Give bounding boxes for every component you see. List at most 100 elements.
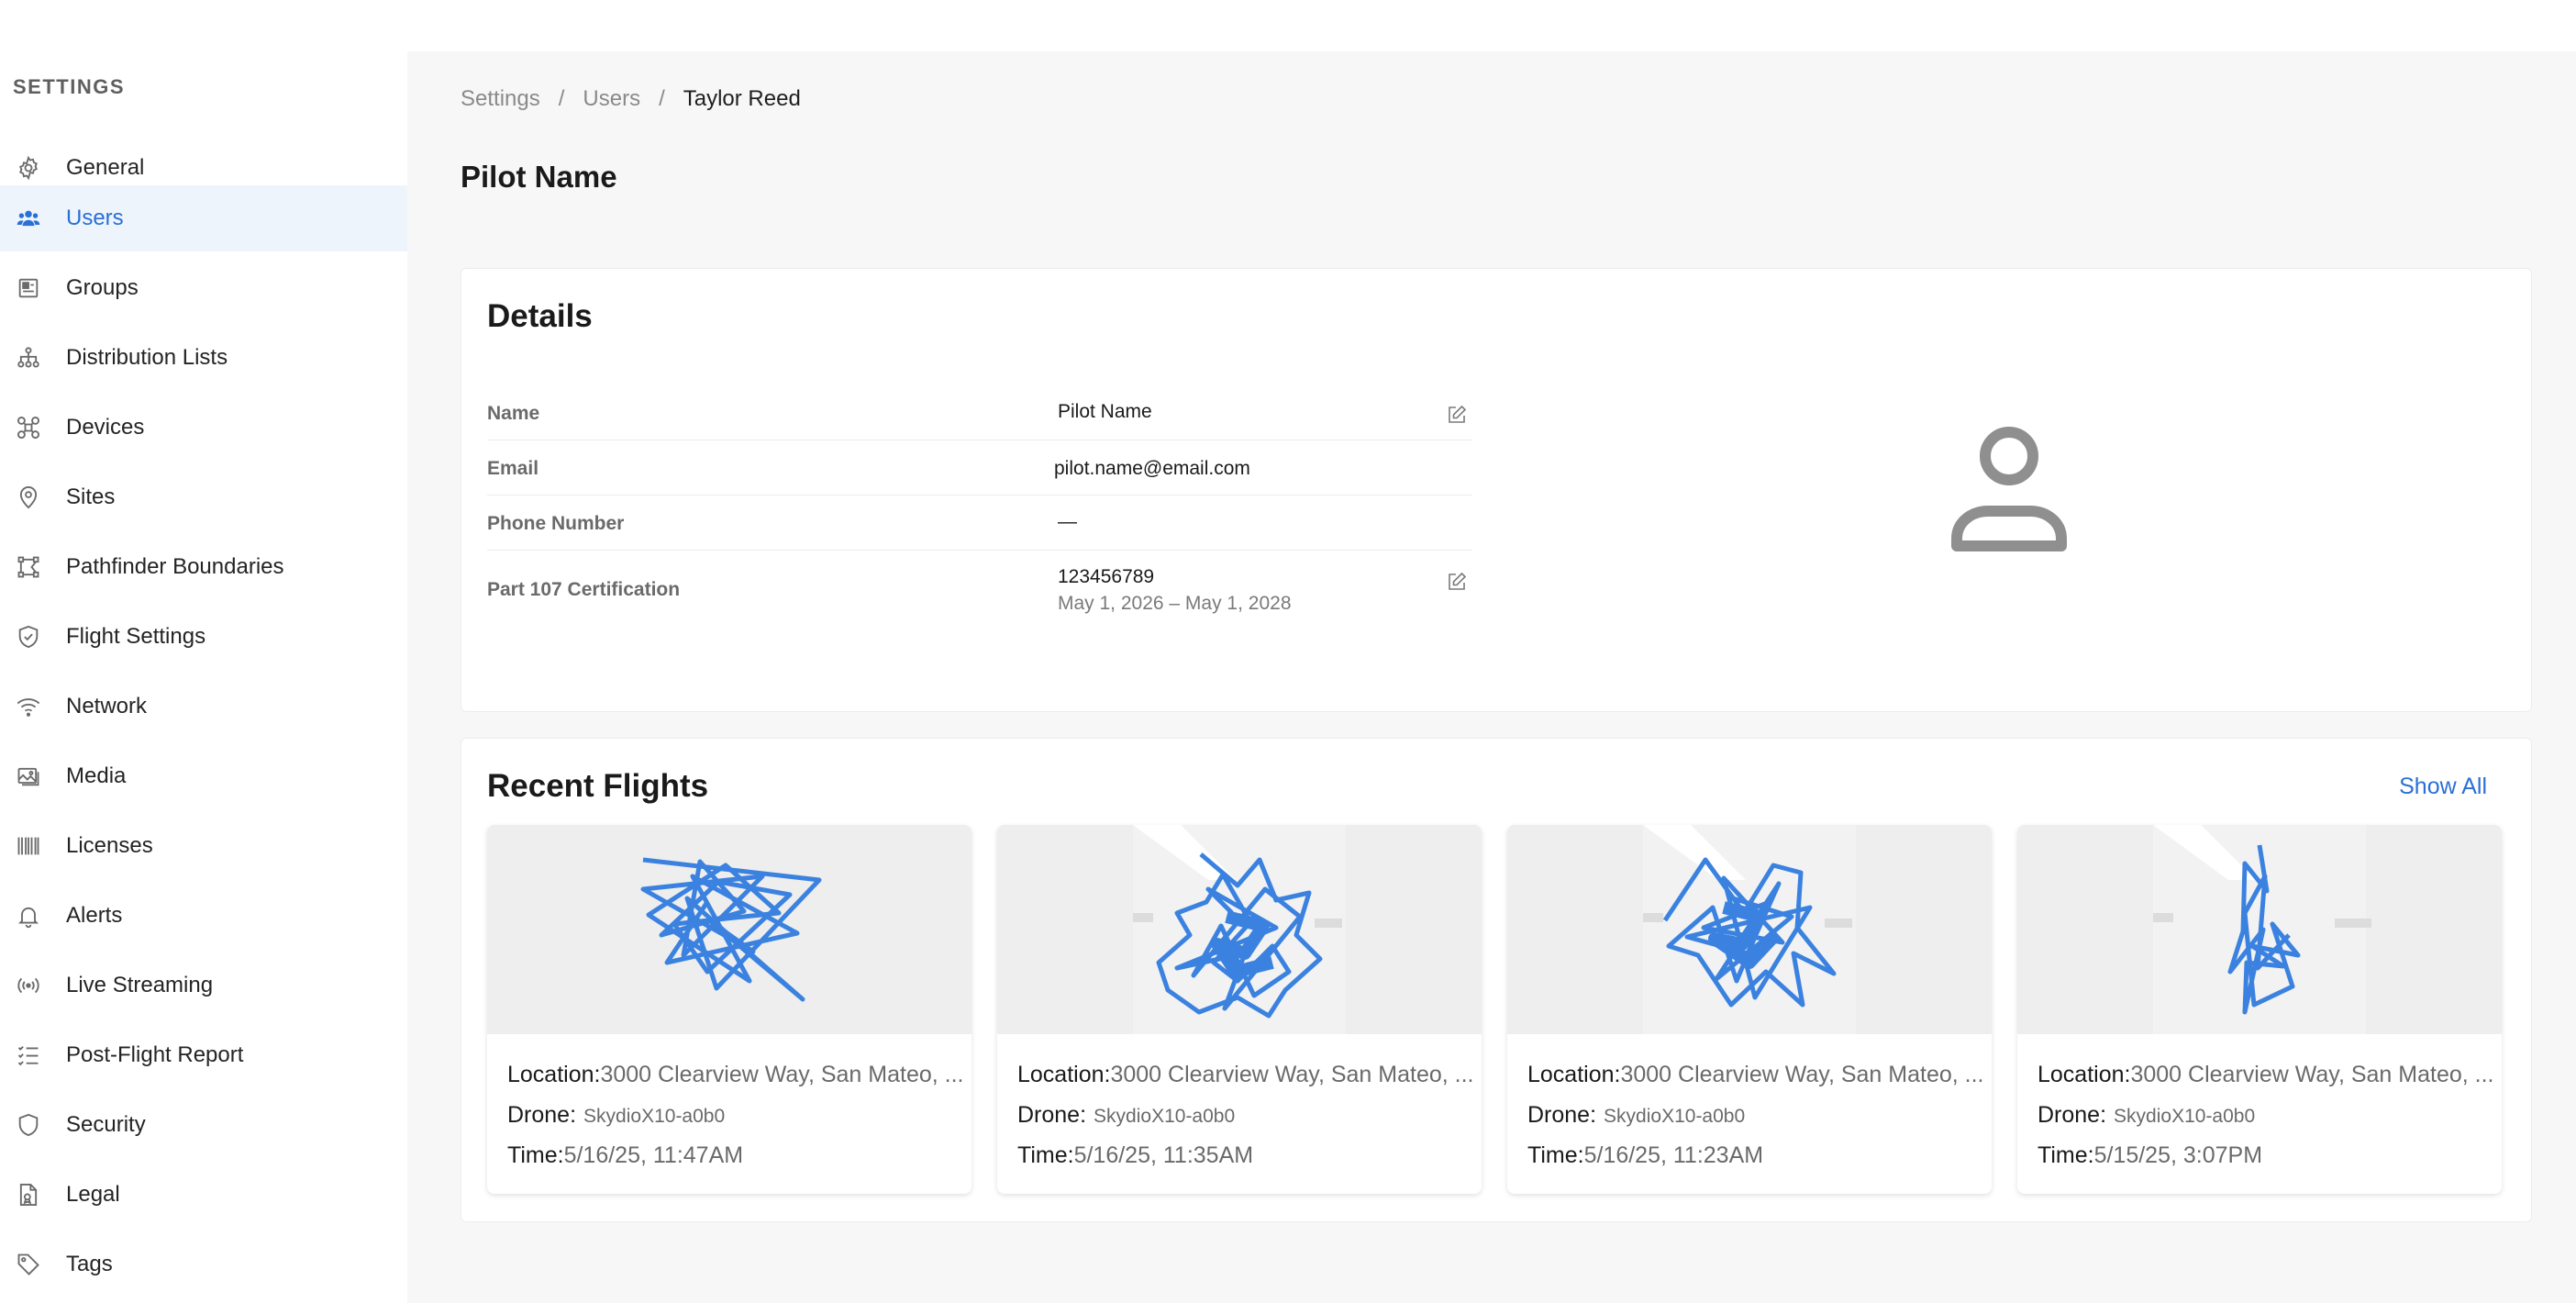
sidebar-item-label: Flight Settings [66, 624, 206, 649]
time-label: Time: [1527, 1142, 1584, 1168]
sidebar-item-distribution-lists[interactable]: Distribution Lists [0, 325, 407, 391]
phone-label: Phone Number [487, 513, 625, 534]
wifi-icon [13, 691, 44, 722]
sidebar-item-label: Tags [66, 1252, 113, 1276]
sidebar-item-label: Sites [66, 484, 116, 509]
recent-flights-card: Recent Flights Show All Location:3000 Cl… [461, 738, 2532, 1222]
boundary-icon [13, 551, 44, 583]
time-value: 5/16/25, 11:47AM [563, 1142, 744, 1168]
settings-sidebar: SETTINGS General Users Groups Distributi… [0, 51, 407, 1303]
flight-location: Location:3000 Clearview Way, San Mateo, … [507, 1062, 963, 1088]
location-pin-icon [13, 482, 44, 513]
sidebar-item-label: Media [66, 763, 127, 788]
sidebar-item-label: Network [66, 694, 148, 718]
location-value: 3000 Clearview Way, San Mateo, ... [1110, 1062, 1474, 1087]
flight-path-map [1643, 825, 1856, 1034]
sidebar-item-label: General [66, 155, 145, 180]
document-icon [13, 1179, 44, 1210]
sidebar-item-media[interactable]: Media [0, 743, 407, 809]
flight-path-map [1133, 825, 1346, 1034]
main-content: Settings / Users / Taylor Reed Pilot Nam… [407, 51, 2576, 1303]
flight-card[interactable]: Location:3000 Clearview Way, San Mateo, … [997, 825, 1482, 1194]
flight-time: Time:5/16/25, 11:35AM [1017, 1142, 1253, 1169]
flight-time: Time:5/16/25, 11:23AM [1527, 1142, 1763, 1169]
sidebar-item-label: Users [66, 206, 124, 230]
flight-time: Time:5/15/25, 3:07PM [2037, 1142, 2262, 1169]
name-value: Pilot Name [1058, 401, 1152, 422]
detail-row-certification: Part 107 Certification 123456789 May 1, … [487, 551, 1472, 630]
sidebar-item-live-streaming[interactable]: Live Streaming [0, 952, 407, 1019]
breadcrumb-settings[interactable]: Settings [461, 86, 540, 112]
sidebar-item-security[interactable]: Security [0, 1092, 407, 1158]
time-label: Time: [507, 1142, 564, 1168]
sidebar-item-label: Distribution Lists [66, 345, 228, 370]
detail-row-name: Name Pilot Name [487, 388, 1472, 440]
sidebar-item-network[interactable]: Network [0, 674, 407, 740]
flight-map-thumbnail [487, 825, 972, 1034]
sidebar-item-users[interactable]: Users [0, 185, 407, 251]
flight-drone: Drone: SkydioX10-a0b0 [2037, 1102, 2255, 1129]
sidebar-item-devices[interactable]: Devices [0, 395, 407, 461]
flight-card[interactable]: Location:3000 Clearview Way, San Mateo, … [2017, 825, 2502, 1194]
broadcast-icon [13, 970, 44, 1001]
detail-row-phone: Phone Number — [487, 496, 1472, 551]
flight-location: Location:3000 Clearview Way, San Mateo, … [1527, 1062, 1983, 1088]
sidebar-item-label: Security [66, 1112, 146, 1137]
users-icon [13, 203, 44, 234]
edit-certification-button[interactable] [1443, 568, 1471, 596]
barcode-icon [13, 830, 44, 862]
cert-value: 123456789 [1058, 566, 1155, 587]
image-icon [13, 761, 44, 792]
sidebar-item-post-flight-report[interactable]: Post-Flight Report [0, 1022, 407, 1088]
sidebar-item-label: Alerts [66, 903, 123, 928]
flight-card[interactable]: Location:3000 Clearview Way, San Mateo, … [1507, 825, 1992, 1194]
flight-time: Time:5/16/25, 11:47AM [507, 1142, 743, 1169]
flight-card[interactable]: Location:3000 Clearview Way, San Mateo, … [487, 825, 972, 1194]
location-label: Location: [2037, 1062, 2131, 1087]
bell-icon [13, 900, 44, 931]
flight-map-thumbnail [2017, 825, 2502, 1034]
sidebar-item-alerts[interactable]: Alerts [0, 883, 407, 949]
flight-location: Location:3000 Clearview Way, San Mateo, … [1017, 1062, 1473, 1088]
sidebar-item-sites[interactable]: Sites [0, 464, 407, 530]
drone-label: Drone: [507, 1102, 577, 1128]
breadcrumb: Settings / Users / Taylor Reed [461, 86, 801, 112]
breadcrumb-separator: / [659, 86, 665, 111]
breadcrumb-users[interactable]: Users [583, 86, 640, 112]
location-label: Location: [1527, 1062, 1621, 1087]
flight-location: Location:3000 Clearview Way, San Mateo, … [2037, 1062, 2493, 1088]
breadcrumb-separator: / [558, 86, 565, 111]
drone-label: Drone: [1017, 1102, 1087, 1128]
drone-label: Drone: [2037, 1102, 2107, 1128]
hierarchy-icon [13, 342, 44, 373]
sidebar-item-label: Pathfinder Boundaries [66, 554, 284, 579]
sidebar-item-groups[interactable]: Groups [0, 255, 407, 321]
time-label: Time: [2037, 1142, 2094, 1168]
flight-drone: Drone: SkydioX10-a0b0 [507, 1102, 725, 1129]
detail-row-email: Email pilot.name@email.com [487, 441, 1472, 496]
drone-label: Drone: [1527, 1102, 1597, 1128]
sidebar-item-tags[interactable]: Tags [0, 1231, 407, 1297]
location-value: 3000 Clearview Way, San Mateo, ... [600, 1062, 964, 1087]
sidebar-item-legal[interactable]: Legal [0, 1162, 407, 1228]
edit-icon [1449, 405, 1467, 423]
sidebar-item-flight-settings[interactable]: Flight Settings [0, 604, 407, 670]
edit-name-button[interactable] [1443, 401, 1471, 429]
location-value: 3000 Clearview Way, San Mateo, ... [1620, 1062, 1984, 1087]
flight-map-thumbnail [997, 825, 1482, 1034]
name-label: Name [487, 403, 540, 424]
show-all-link[interactable]: Show All [2399, 774, 2487, 800]
edit-icon [1449, 572, 1467, 590]
drone-value: SkydioX10-a0b0 [1094, 1106, 1236, 1127]
recent-flights-title: Recent Flights [487, 768, 709, 804]
flight-drone: Drone: SkydioX10-a0b0 [1527, 1102, 1745, 1129]
sidebar-item-pathfinder-boundaries[interactable]: Pathfinder Boundaries [0, 534, 407, 600]
page-title: Pilot Name [461, 160, 617, 194]
cert-label: Part 107 Certification [487, 579, 681, 600]
sidebar-item-licenses[interactable]: Licenses [0, 813, 407, 879]
sidebar-item-label: Live Streaming [66, 973, 214, 997]
email-label: Email [487, 458, 539, 479]
user-avatar-icon [1951, 427, 2067, 551]
time-value: 5/16/25, 11:23AM [1583, 1142, 1764, 1168]
sidebar-item-label: Groups [66, 275, 139, 300]
